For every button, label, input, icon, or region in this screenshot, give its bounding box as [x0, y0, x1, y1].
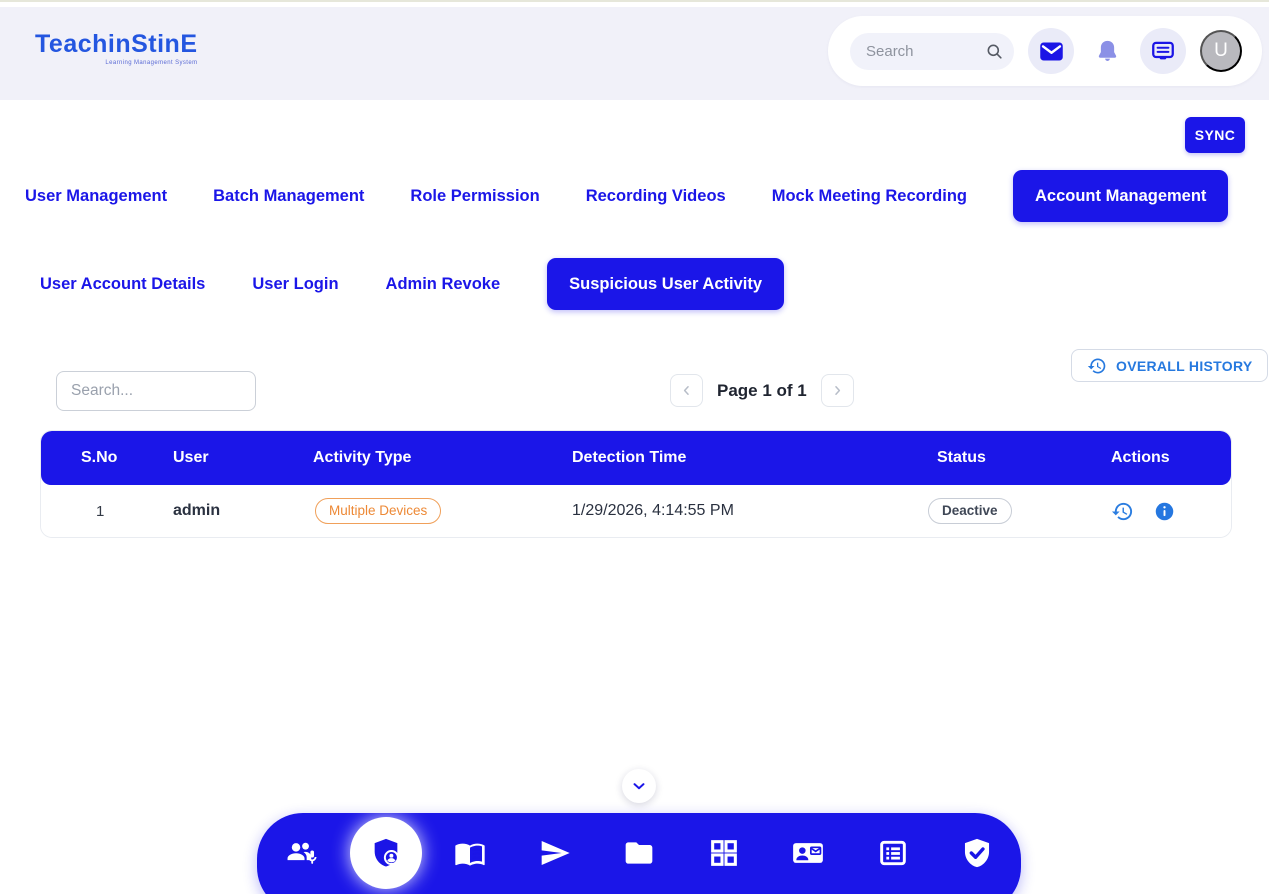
magnifier-icon [985, 42, 1004, 61]
bottom-nav-bar [257, 813, 1021, 894]
mail-button[interactable] [1028, 28, 1074, 74]
nav-item-verification[interactable] [959, 813, 995, 893]
tab-user-account-details[interactable]: User Account Details [40, 275, 205, 294]
shield-check-icon [960, 836, 994, 870]
grid-icon [708, 837, 740, 869]
sync-button[interactable]: SYNC [1185, 117, 1245, 153]
history-icon [1087, 356, 1107, 376]
tab-recording-videos[interactable]: Recording Videos [586, 187, 726, 206]
bell-icon [1094, 38, 1121, 65]
col-detection-time: Detection Time [572, 431, 686, 485]
tab-user-management[interactable]: User Management [25, 187, 167, 206]
prev-page-button[interactable] [670, 374, 703, 407]
contact-mail-icon [791, 836, 825, 870]
overall-history-label: OVERALL HISTORY [1116, 358, 1252, 374]
page-indicator: Page 1 of 1 [717, 381, 807, 401]
tab-mock-meeting-recording[interactable]: Mock Meeting Recording [772, 187, 967, 206]
chat-icon [1150, 38, 1176, 64]
activity-type-badge: Multiple Devices [315, 498, 441, 524]
book-icon [454, 837, 486, 869]
overall-history-button[interactable]: OVERALL HISTORY [1071, 349, 1268, 382]
tab-role-permission[interactable]: Role Permission [410, 187, 539, 206]
nav-item-files[interactable] [621, 813, 657, 893]
brand-tagline: Learning Management System [35, 60, 198, 66]
folder-icon [623, 837, 655, 869]
header-search-input[interactable] [866, 43, 985, 60]
col-status: Status [937, 431, 986, 485]
notifications-button[interactable] [1092, 28, 1122, 74]
tab-batch-management[interactable]: Batch Management [213, 187, 364, 206]
app-header: TeachinStinE Learning Management System [0, 7, 1269, 100]
nav-item-users[interactable] [283, 813, 319, 893]
send-icon [539, 837, 571, 869]
chevron-down-icon [630, 777, 648, 795]
group-mic-icon [284, 836, 318, 870]
tab-suspicious-user-activity[interactable]: Suspicious User Activity [547, 258, 784, 310]
main-tab-bar: User Management Batch Management Role Pe… [25, 170, 1228, 222]
page: TeachinStinE Learning Management System [0, 0, 1269, 894]
table-search-input[interactable] [56, 371, 256, 411]
brand-logo[interactable]: TeachinStinE Learning Management System [35, 31, 198, 66]
nav-item-dashboard[interactable] [706, 813, 742, 893]
tab-user-login[interactable]: User Login [252, 275, 338, 294]
tab-admin-revoke[interactable]: Admin Revoke [386, 275, 501, 294]
nav-expand-button[interactable] [622, 769, 656, 803]
header-toolbar: U [828, 16, 1262, 86]
pagination: Page 1 of 1 [670, 374, 854, 407]
row-actions [1111, 485, 1175, 537]
info-icon [1154, 501, 1175, 522]
tab-account-management[interactable]: Account Management [1013, 170, 1228, 222]
list-icon [877, 837, 909, 869]
status-badge: Deactive [928, 498, 1012, 524]
row-history-button[interactable] [1111, 500, 1134, 523]
mail-icon [1038, 38, 1065, 65]
row-user: admin [173, 485, 220, 537]
window-top-strip [0, 0, 1269, 7]
sub-tab-bar: User Account Details User Login Admin Re… [40, 258, 784, 310]
next-page-button[interactable] [821, 374, 854, 407]
nav-item-send[interactable] [537, 813, 573, 893]
nav-item-account-security[interactable] [368, 813, 404, 893]
row-sno: 1 [96, 485, 104, 537]
col-sno: S.No [81, 431, 117, 485]
nav-item-reports[interactable] [875, 813, 911, 893]
col-actions: Actions [1111, 431, 1170, 485]
history-icon [1111, 500, 1134, 523]
header-search[interactable] [850, 33, 1014, 70]
nav-item-contacts[interactable] [790, 813, 826, 893]
chat-button[interactable] [1140, 28, 1186, 74]
col-user: User [173, 431, 209, 485]
brand-name: TeachinStinE [35, 31, 198, 59]
user-avatar[interactable]: U [1200, 30, 1242, 72]
row-info-button[interactable] [1154, 501, 1175, 522]
suspicious-activity-table: S.No User Activity Type Detection Time S… [40, 430, 1232, 538]
chevron-left-icon [679, 383, 694, 398]
shield-user-icon [369, 836, 403, 870]
table-row: 1 admin Multiple Devices 1/29/2026, 4:14… [41, 485, 1231, 537]
nav-item-courses[interactable] [452, 813, 488, 893]
chevron-right-icon [830, 383, 845, 398]
table-header-row: S.No User Activity Type Detection Time S… [41, 431, 1231, 485]
row-detection-time: 1/29/2026, 4:14:55 PM [572, 485, 734, 537]
col-activity-type: Activity Type [313, 431, 411, 485]
